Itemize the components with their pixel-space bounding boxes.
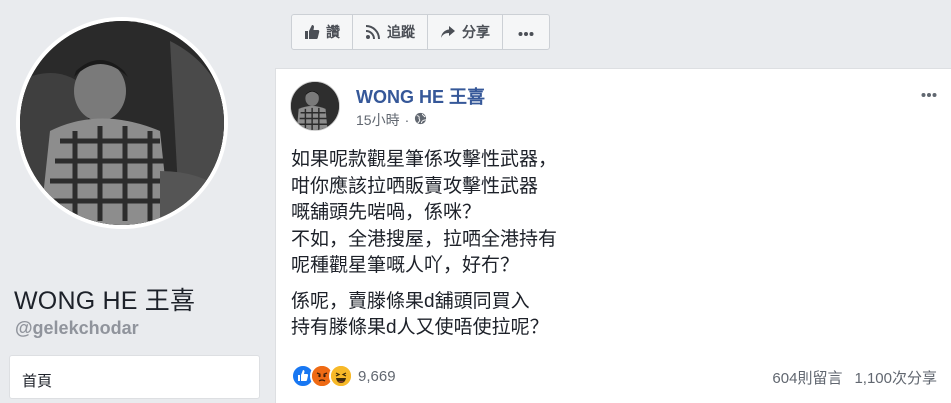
post-options-button[interactable] bbox=[921, 85, 937, 103]
post-line: 如果呢款觀星筆係攻擊性武器， bbox=[291, 149, 558, 170]
thumbs-up-icon bbox=[304, 24, 320, 40]
post-line: 呢種觀星筆嘅人吖，好冇？ bbox=[291, 255, 520, 276]
post-meta: 15小時 · bbox=[356, 110, 427, 130]
like-page-button[interactable]: 讚 bbox=[292, 15, 353, 49]
profile-avatar[interactable] bbox=[16, 17, 228, 229]
meta-separator: · bbox=[404, 112, 410, 128]
post-line: 係呢，賣滕條果d舖頭同買入 bbox=[291, 290, 530, 312]
page-handle[interactable]: @gelekchodar bbox=[15, 318, 139, 339]
post-author-avatar[interactable] bbox=[290, 81, 340, 131]
post-author-photo bbox=[291, 82, 339, 130]
post-line: 嘅舖頭先啱喎，係咪？ bbox=[291, 202, 482, 223]
post-author-name[interactable]: WONG HE 王喜 bbox=[356, 83, 485, 109]
follow-button[interactable]: 追蹤 bbox=[353, 15, 428, 49]
nav-item-home[interactable]: 首頁 bbox=[22, 370, 52, 391]
share-count[interactable]: 1,100次分享 bbox=[854, 367, 937, 388]
post-line: 不如，全港搜屋，拉哂全港持有 bbox=[291, 228, 558, 250]
post-timestamp[interactable]: 15小時 bbox=[356, 110, 400, 130]
profile-sidebar: WONG HE 王喜 @gelekchodar 首頁 bbox=[0, 0, 273, 403]
share-arrow-icon bbox=[440, 24, 456, 40]
reaction-count: 9,669 bbox=[358, 367, 396, 385]
rss-icon bbox=[365, 24, 381, 40]
post-line: 咁你應該拉哂販賣攻擊性武器 bbox=[291, 175, 539, 197]
haha-reaction-icon bbox=[329, 364, 353, 388]
like-page-label: 讚 bbox=[326, 24, 340, 40]
reactions-summary[interactable]: 9,669 bbox=[291, 364, 396, 388]
post-card: WONG HE 王喜 15小時 · 如果呢款觀星筆係攻擊性武器， 咁你應該拉哂販… bbox=[275, 68, 951, 403]
page-name[interactable]: WONG HE 王喜 bbox=[14, 281, 195, 317]
follow-label: 追蹤 bbox=[387, 24, 415, 40]
profile-photo bbox=[20, 21, 224, 225]
post-options-icon bbox=[921, 93, 937, 97]
share-page-button[interactable]: 分享 bbox=[428, 15, 503, 49]
share-page-label: 分享 bbox=[462, 24, 490, 40]
post-line: 持有滕條果d人又使唔使拉呢？ bbox=[291, 317, 549, 338]
more-dots-icon bbox=[518, 24, 534, 40]
page-nav: 首頁 bbox=[9, 355, 260, 399]
post-body: 如果呢款觀星筆係攻擊性武器， 咁你應該拉哂販賣攻擊性武器 嘅舖頭先啱喎，係咪？ … bbox=[291, 147, 891, 342]
comment-count[interactable]: 604則留言 bbox=[772, 367, 842, 388]
globe-icon[interactable] bbox=[414, 112, 427, 128]
page-more-button[interactable] bbox=[503, 15, 549, 49]
page-action-bar: 讚 追蹤 分享 bbox=[291, 14, 550, 50]
post-stats: 604則留言 1,100次分享 bbox=[760, 367, 937, 388]
profile-photo-image bbox=[20, 21, 224, 225]
